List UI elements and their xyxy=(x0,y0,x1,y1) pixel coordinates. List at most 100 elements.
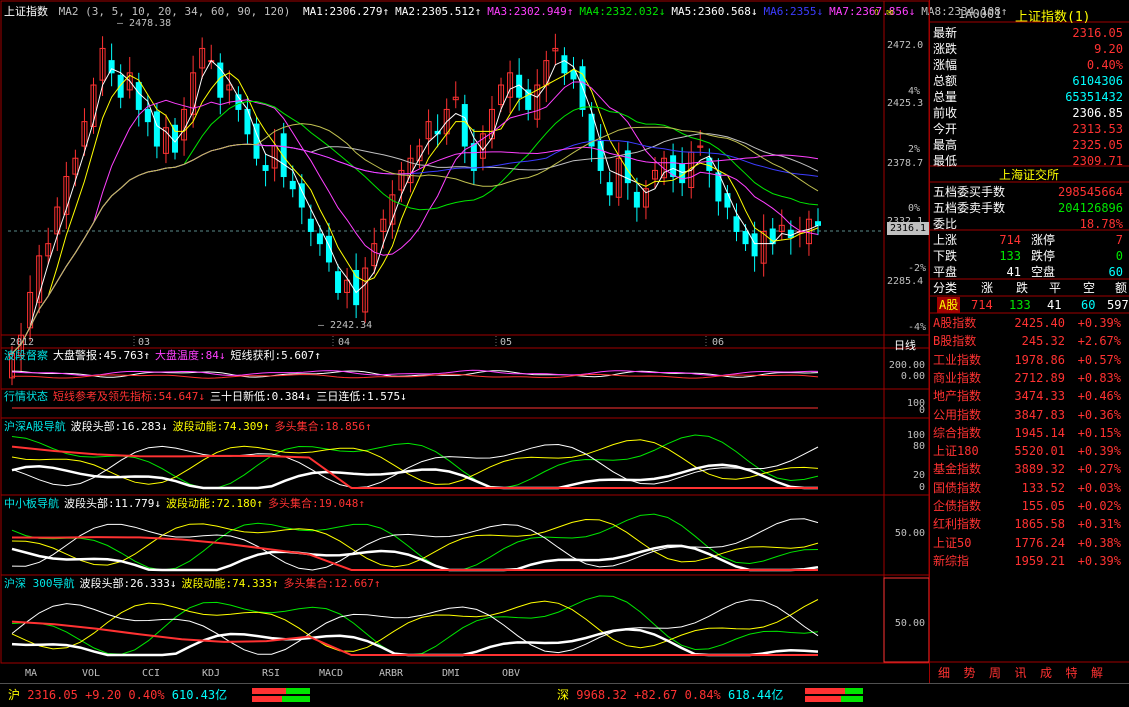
tab-kdj[interactable]: KDJ xyxy=(182,667,240,681)
index-price: 1945.14 xyxy=(1014,425,1065,440)
class-cell-amount: 597 xyxy=(1107,298,1129,312)
index-row[interactable]: 商业指数 2712.89 +0.83% xyxy=(931,370,1127,386)
quote-label: 前收 xyxy=(933,106,958,120)
indicator-name[interactable]: 沪深 300导航 xyxy=(4,577,75,590)
indicator-value: 三日连低:1.575↓ xyxy=(316,390,407,403)
ma-readout-3: MA3:2302.949↑ xyxy=(487,5,574,18)
order-label: 委比 xyxy=(933,217,958,231)
indicator-axis-tick: 20 xyxy=(912,470,925,481)
candle-body xyxy=(815,221,821,226)
high-label: — 2478.38 xyxy=(117,18,172,29)
indicator-axis-tick: 50.00 xyxy=(894,528,925,539)
quote-row: 最高 2325.05 xyxy=(931,137,1127,153)
sh-ticker[interactable]: 沪 2316.05 +9.20 0.40% 610.43亿 xyxy=(8,685,227,705)
date-tick: 06 xyxy=(712,337,725,348)
tab-ma[interactable]: MA xyxy=(2,667,60,681)
right-tab-2[interactable]: 势 xyxy=(959,665,981,681)
tab-macd[interactable]: MACD xyxy=(302,667,360,681)
right-tab-7[interactable]: 解 xyxy=(1086,665,1108,681)
indicator-value: 波段动能:74.309↑ xyxy=(172,420,270,433)
index-row[interactable]: 上证50 1776.24 +0.38% xyxy=(931,535,1127,551)
index-row[interactable]: 公用指数 3847.83 +0.36% xyxy=(931,407,1127,423)
index-row[interactable]: 上证180 5520.01 +0.39% xyxy=(931,443,1127,459)
tab-obv[interactable]: OBV xyxy=(482,667,540,681)
ma-line xyxy=(11,139,819,354)
candle-body xyxy=(135,82,142,110)
indicator-line xyxy=(11,463,818,490)
quote-row: 总量 65351432 xyxy=(931,89,1127,105)
pct-tick: 4% xyxy=(908,86,921,97)
quote-value: 2313.53 xyxy=(1072,122,1123,136)
breadth-value: 60 xyxy=(1108,265,1123,279)
index-row[interactable]: 新综指 1959.21 +0.39% xyxy=(931,553,1127,569)
class-header-cell: 空 xyxy=(1083,281,1096,295)
tab-arbr[interactable]: ARBR xyxy=(362,667,420,681)
index-row[interactable]: 国债指数 133.52 +0.03% xyxy=(931,480,1127,496)
sz-ticker[interactable]: 深 9968.32 +82.67 0.84% 618.44亿 xyxy=(557,685,783,705)
period-label[interactable]: 日线 xyxy=(894,337,916,353)
indicator-header-4: 中小板导航 波段头部:11.779↓ 波段动能:72.180↑ 多头集合:19.048… xyxy=(4,497,365,511)
index-name: 上证180 xyxy=(933,444,979,459)
index-name: 新综指 xyxy=(933,553,970,568)
index-price: 1776.24 xyxy=(1014,535,1065,550)
indicator-value: 大盘警报:45.763↑ xyxy=(53,349,150,362)
index-row[interactable]: B股指数 245.32 +2.67% xyxy=(931,333,1127,349)
tab-cci[interactable]: CCI xyxy=(122,667,180,681)
index-row[interactable]: 红利指数 1865.58 +0.31% xyxy=(931,516,1127,532)
order-value: 298545664 xyxy=(1057,185,1123,199)
index-change: +0.02% xyxy=(1077,499,1121,513)
indicator-name[interactable]: 波段督察 xyxy=(4,349,48,362)
indicator-line xyxy=(11,434,819,489)
index-name: 国债指数 xyxy=(933,480,982,495)
right-tab-1[interactable]: 细 xyxy=(933,665,955,681)
index-row[interactable]: A股指数 2425.40 +0.39% xyxy=(931,315,1127,331)
tab-rsi[interactable]: RSI xyxy=(242,667,300,681)
quote-value: 2306.85 xyxy=(1072,106,1123,120)
index-row[interactable]: 工业指数 1978.86 +0.57% xyxy=(931,352,1127,368)
index-name: 上证50 xyxy=(933,535,972,550)
class-cell-empty: 60 xyxy=(1081,298,1096,312)
class-header-cell: 额 xyxy=(1115,281,1128,295)
right-tab-6[interactable]: 特 xyxy=(1061,665,1083,681)
low-label: — 2242.34 xyxy=(318,320,373,331)
indicator-name[interactable]: 沪深A股导航 xyxy=(4,420,66,433)
indicator-axis-tick: 0.00 xyxy=(900,371,925,382)
index-change: +0.83% xyxy=(1077,370,1121,385)
indicator-name[interactable]: 中小板导航 xyxy=(4,497,59,510)
right-tab-4[interactable]: 讯 xyxy=(1010,665,1032,681)
index-name: 公用指数 xyxy=(933,407,982,422)
quote-label: 涨幅 xyxy=(933,58,958,72)
indicator-value: 多头集合:12.667↑ xyxy=(283,577,381,590)
index-row[interactable]: 基金指数 3889.32 +0.27% xyxy=(931,461,1127,477)
index-change: +0.57% xyxy=(1077,352,1121,367)
corner-arrows[interactable]: ⇧ ✉ xyxy=(873,5,893,19)
class-data-row[interactable]: A股 714 133 41 60 597 xyxy=(931,297,1129,313)
indicator-axis-tick: 0 xyxy=(918,405,925,416)
candle-body xyxy=(751,233,758,257)
right-tab-3[interactable]: 周 xyxy=(984,665,1006,681)
right-tab-5[interactable]: 成 xyxy=(1035,665,1057,681)
indicator-header-1: 波段督察 大盘警报:45.763↑ 大盘温度:84↓ 短线获利:5.607↑ xyxy=(4,349,321,363)
class-cell-flat: 41 xyxy=(1047,298,1062,312)
pct-tick: -4% xyxy=(908,322,927,333)
ma-readouts: MA1:2306.279↑ MA2:2305.512↑ MA3:2302.949↑ M… xyxy=(297,5,1007,18)
quote-row: 总额 6104306 xyxy=(931,73,1127,89)
index-change: +0.39% xyxy=(1077,316,1121,330)
indicator-name[interactable]: 行情状态 xyxy=(4,390,48,403)
index-row[interactable]: 企债指数 155.05 +0.02% xyxy=(931,498,1127,514)
index-row[interactable]: 地产指数 3474.33 +0.46% xyxy=(931,388,1127,404)
index-change: +0.27% xyxy=(1077,462,1121,477)
tab-dmi[interactable]: DMI xyxy=(422,667,480,681)
indicator-axis-tick: 80 xyxy=(912,441,925,452)
main-header: 上证指数 MA2 (3, 5, 10, 20, 34, 60, 90, 120)… xyxy=(4,5,1007,19)
order-row: 五档委卖手数 204126896 xyxy=(931,200,1127,216)
indicator-line xyxy=(11,599,819,655)
index-row[interactable]: 综合指数 1945.14 +0.15% xyxy=(931,425,1127,441)
indicator-value: 波段头部:11.779↓ xyxy=(64,497,161,510)
candle-body xyxy=(307,218,314,232)
index-price: 1978.86 xyxy=(1014,352,1065,367)
order-value: 18.78% xyxy=(1079,217,1123,231)
index-price: 5520.01 xyxy=(1014,444,1065,459)
index-price: 3847.83 xyxy=(1014,407,1065,422)
tab-vol[interactable]: VOL xyxy=(62,667,120,681)
